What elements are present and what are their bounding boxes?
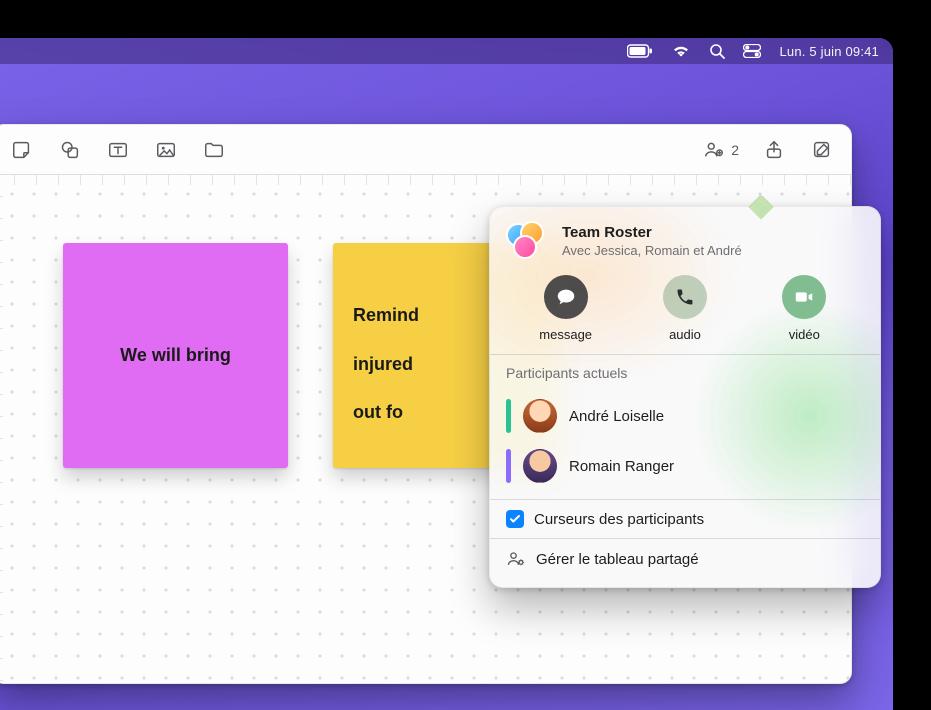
participant-cursors-toggle[interactable]: Curseurs des participants: [490, 499, 880, 538]
window-toolbar: 2: [0, 125, 851, 175]
presence-color: [506, 399, 511, 433]
control-center-icon[interactable]: [743, 44, 761, 58]
participant-name: André Loiselle: [569, 408, 664, 425]
sticky-text: We will bring: [120, 345, 231, 366]
manage-shared-board-button[interactable]: Gérer le tableau partagé: [490, 538, 880, 579]
battery-icon[interactable]: [627, 44, 653, 58]
message-button[interactable]: message: [516, 275, 616, 342]
media-icon[interactable]: [153, 137, 179, 163]
menubar-clock[interactable]: Lun. 5 juin 09:41: [779, 44, 879, 59]
manage-shared-board-label: Gérer le tableau partagé: [536, 551, 699, 568]
popover-title: Team Roster: [562, 224, 742, 241]
participant-row[interactable]: Romain Ranger: [498, 441, 872, 491]
collaborate-button[interactable]: 2: [703, 139, 739, 161]
spotlight-icon[interactable]: [709, 43, 725, 59]
participants-section-title: Participants actuels: [490, 354, 880, 387]
participant-name: Romain Ranger: [569, 458, 674, 475]
participant-row[interactable]: André Loiselle: [498, 391, 872, 441]
sticky-text: Remind injured out fo: [353, 303, 419, 424]
collab-count: 2: [731, 142, 739, 158]
share-icon[interactable]: [761, 137, 787, 163]
participants-list: André Loiselle Romain Ranger: [490, 387, 880, 499]
participant-cursors-label: Curseurs des participants: [534, 511, 704, 528]
macos-menubar: Lun. 5 juin 09:41: [0, 38, 893, 64]
avatar: [523, 399, 557, 433]
shapes-icon[interactable]: [57, 137, 83, 163]
message-label: message: [539, 327, 592, 342]
ruler-left: [0, 175, 3, 683]
checkbox-checked-icon: [506, 510, 524, 528]
sticky-note-icon[interactable]: [9, 137, 35, 163]
people-gear-icon: [506, 549, 526, 569]
presence-color: [506, 449, 511, 483]
video-button[interactable]: vidéo: [754, 275, 854, 342]
audio-button[interactable]: audio: [635, 275, 735, 342]
avatar: [523, 449, 557, 483]
sticky-note[interactable]: We will bring: [63, 243, 288, 468]
group-avatar-cluster: [506, 223, 550, 259]
files-icon[interactable]: [201, 137, 227, 163]
popover-subtitle: Avec Jessica, Romain et André: [562, 243, 742, 258]
video-label: vidéo: [789, 327, 820, 342]
text-box-icon[interactable]: [105, 137, 131, 163]
ruler-top: [0, 175, 851, 185]
compose-icon[interactable]: [809, 137, 835, 163]
wifi-icon[interactable]: [671, 44, 691, 58]
audio-label: audio: [669, 327, 701, 342]
collaboration-popover: Team Roster Avec Jessica, Romain et Andr…: [489, 206, 881, 588]
